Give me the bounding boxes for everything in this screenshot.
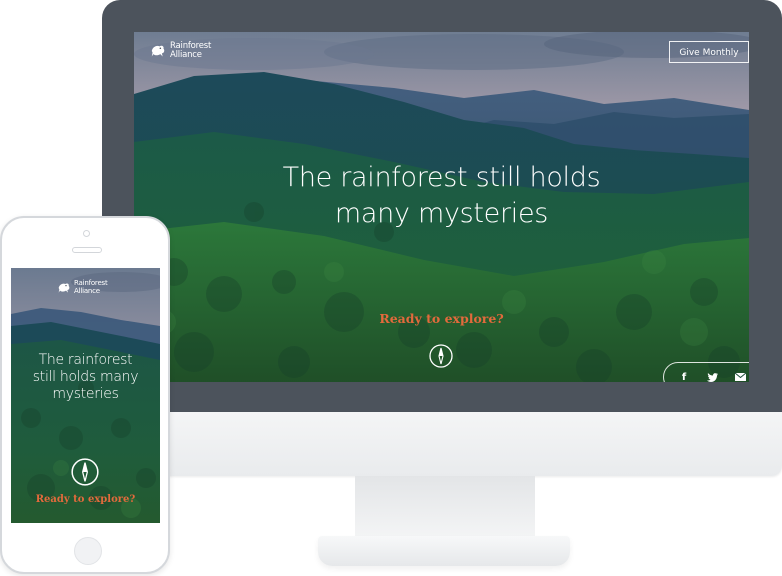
monitor-stand-base xyxy=(318,536,570,566)
frog-logo-icon xyxy=(58,282,70,293)
mobile-screen: Rainforest Alliance The rainforest still… xyxy=(11,268,160,523)
twitter-icon[interactable] xyxy=(698,367,726,382)
compass-icon[interactable] xyxy=(429,344,453,368)
ready-to-explore-link[interactable]: Ready to explore? xyxy=(134,311,749,326)
mobile-rainforest-alliance-logo[interactable]: Rainforest Alliance xyxy=(57,279,108,295)
device-mockup-stage: Rainforest Alliance Give Monthly The rai… xyxy=(0,0,782,576)
email-icon[interactable] xyxy=(726,367,749,382)
phone-speaker xyxy=(72,247,102,253)
facebook-icon[interactable]: f xyxy=(670,367,698,383)
mobile-logo-wordmark: Rainforest Alliance xyxy=(74,279,108,295)
mobile-hero-headline: The rainforest still holds many mysterie… xyxy=(32,352,139,402)
social-share-bar: f xyxy=(663,362,749,382)
monitor-chin xyxy=(102,412,782,476)
logo-wordmark: Rainforest Alliance xyxy=(170,41,212,60)
phone-camera xyxy=(83,230,90,237)
mobile-ready-to-explore-link[interactable]: Ready to explore? xyxy=(11,494,160,505)
give-monthly-button[interactable]: Give Monthly xyxy=(669,41,749,63)
phone-home-button[interactable] xyxy=(74,537,102,565)
frog-logo-icon xyxy=(151,45,165,56)
monitor-stand-neck xyxy=(355,476,535,536)
desktop-screen: Rainforest Alliance Give Monthly The rai… xyxy=(134,32,749,382)
compass-icon[interactable] xyxy=(71,458,99,486)
rainforest-alliance-logo[interactable]: Rainforest Alliance xyxy=(150,42,211,59)
desktop-hero-headline: The rainforest still holds many mysterie… xyxy=(282,162,601,229)
